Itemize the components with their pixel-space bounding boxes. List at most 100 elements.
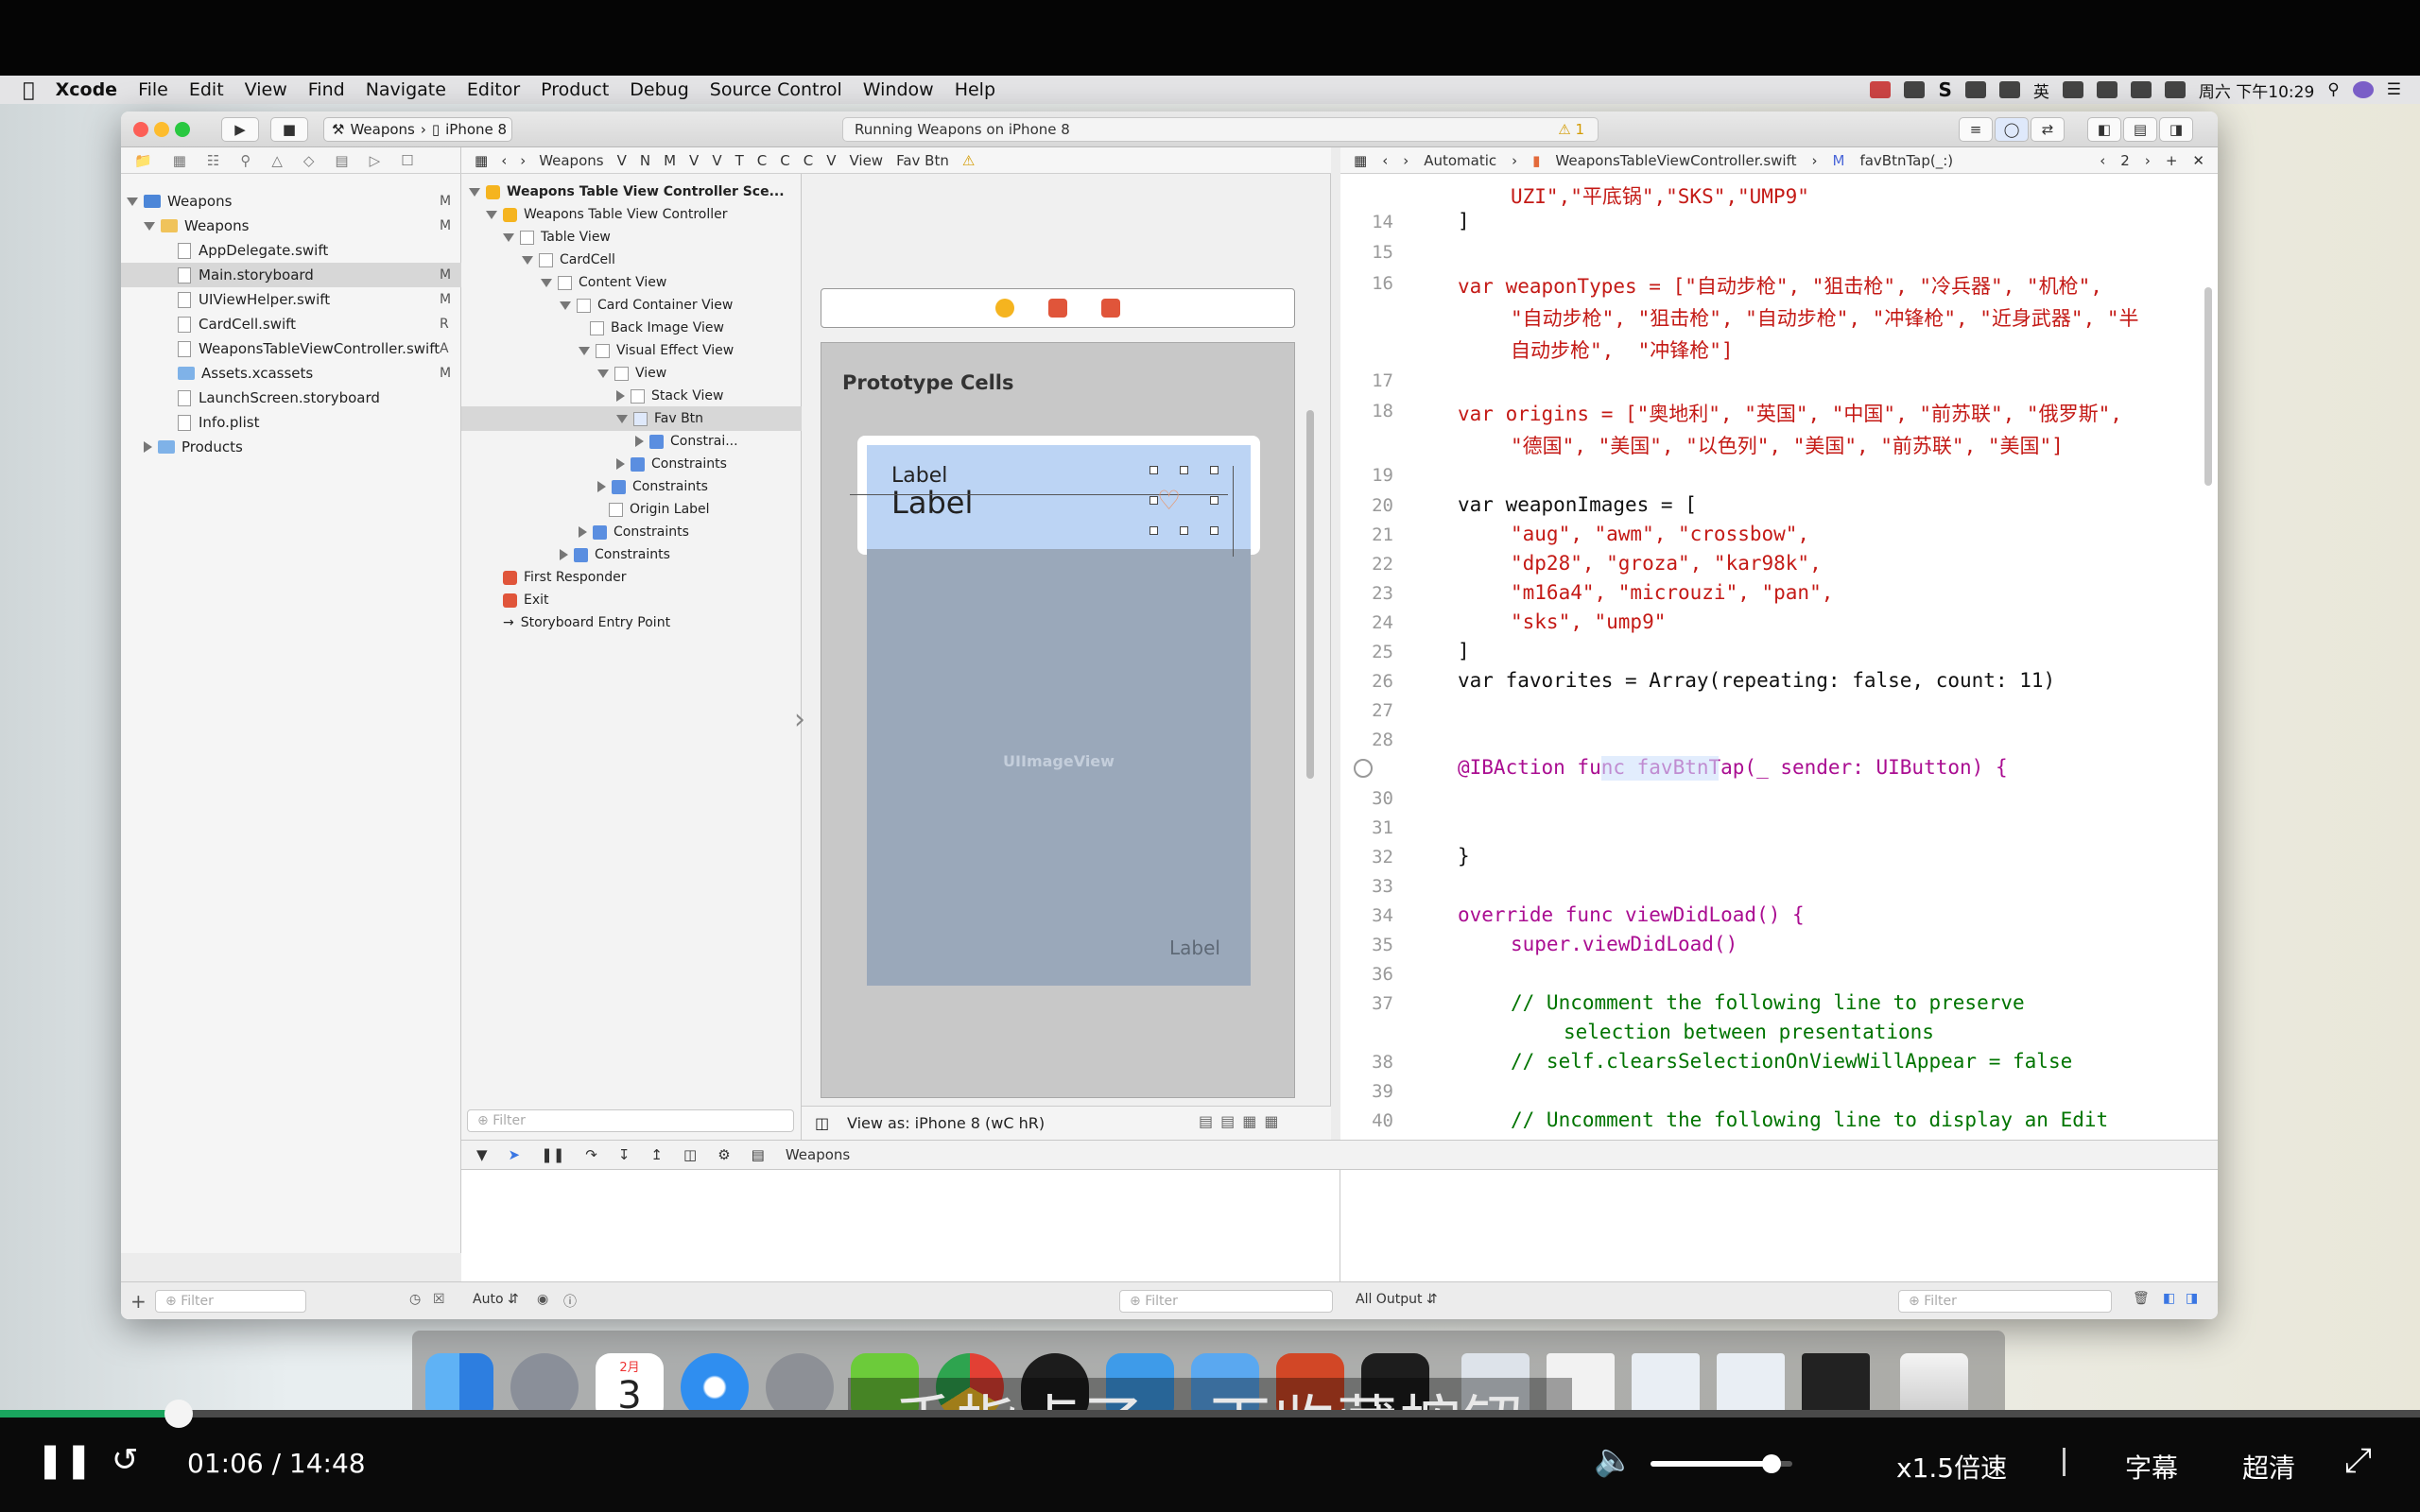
hide-debug-icon[interactable]: ▼ [476, 1146, 488, 1163]
jump-item[interactable]: View [849, 152, 883, 169]
memory-graph-icon[interactable]: ⚙ [717, 1146, 730, 1163]
debug-tab-icon[interactable]: ▤ [335, 152, 348, 169]
assistant-editor-button[interactable]: ◯ [1995, 117, 2029, 142]
warning-badge[interactable]: ⚠ 1 [1558, 121, 1584, 138]
notification-center-icon[interactable]: ☰ [2387, 80, 2401, 99]
connection-circle-icon[interactable] [1354, 759, 1373, 778]
nav-file-row-selected[interactable]: Main.storyboard M [121, 263, 461, 287]
resize-handle[interactable] [1150, 466, 1158, 474]
jump-item[interactable]: C [804, 152, 813, 169]
breakpoints-toggle-icon[interactable]: ➤ [509, 1146, 521, 1163]
storyboard-canvas[interactable]: Prototype Cells UIImageView Label Label … [794, 174, 1331, 1140]
spotlight-icon[interactable]: ⚲ [2327, 80, 2339, 99]
jump-item[interactable]: T [735, 152, 744, 169]
resize-handle[interactable] [1150, 526, 1158, 535]
info-icon[interactable]: ⓘ [563, 1292, 577, 1311]
input-method-icon[interactable]: 英 [2033, 78, 2049, 102]
volume-knob[interactable] [1762, 1454, 1781, 1473]
automatic-mode[interactable]: Automatic [1424, 152, 1496, 169]
exit-dock-icon[interactable] [1101, 299, 1120, 318]
report-tab-icon[interactable]: ☐ [401, 152, 413, 169]
outline-row[interactable]: Constrai... [635, 429, 796, 454]
table-view-scene[interactable]: Prototype Cells UIImageView Label Label … [821, 342, 1295, 1098]
chat-status-icon[interactable] [2062, 81, 2083, 98]
clipboard-status-icon[interactable] [2164, 81, 2186, 98]
forward-icon[interactable]: › [520, 152, 526, 169]
first-responder-dock-icon[interactable] [1048, 299, 1067, 318]
nav-file-row[interactable]: Info.plist [178, 410, 458, 435]
speed-button[interactable]: x1.5倍速 [1896, 1448, 2007, 1486]
resize-handle[interactable] [1180, 526, 1188, 535]
breakpoint-tab-icon[interactable]: ▷ [370, 152, 381, 169]
console-filter-input[interactable]: ⊕ Filter [1898, 1290, 2112, 1313]
issue-tab-icon[interactable]: △ [271, 152, 283, 169]
outline-row[interactable]: Constraints [560, 542, 796, 567]
resize-handle[interactable] [1210, 526, 1219, 535]
menu-window[interactable]: Window [863, 79, 934, 100]
zoom-window-button[interactable] [175, 122, 190, 137]
s-status-icon[interactable]: S [1938, 78, 1951, 101]
mic-status-icon[interactable] [1998, 81, 2020, 98]
nav-file-row[interactable]: UIViewHelper.swift M [178, 287, 458, 312]
resize-handle[interactable] [1210, 496, 1219, 505]
outline-row[interactable]: Visual Effect View [579, 338, 796, 363]
back-icon[interactable]: ‹ [1382, 152, 1388, 169]
symbol-tab-icon[interactable]: ☷ [207, 152, 219, 169]
add-file-icon[interactable]: + [130, 1290, 147, 1313]
location-icon[interactable]: ▤ [752, 1146, 765, 1163]
outline-row[interactable]: Constraints [616, 452, 796, 476]
step-in-icon[interactable]: ↧ [618, 1146, 631, 1163]
jump-item[interactable]: N [640, 152, 650, 169]
outline-row-selected[interactable]: Fav Btn [461, 406, 802, 431]
siri-icon[interactable] [2352, 81, 2374, 98]
layout-tools-icon[interactable]: ▤▤▦▦ [1199, 1112, 1286, 1130]
nav-file-row[interactable]: Assets.xcassets M [178, 361, 458, 386]
stop-button[interactable]: ■ [270, 117, 308, 142]
split-left-icon[interactable]: ◧ [2163, 1291, 2175, 1306]
toggle-navigator-button[interactable]: ◧ [2087, 117, 2121, 142]
captions-button[interactable]: 字幕 [2125, 1448, 2178, 1486]
outline-row[interactable]: Exit [503, 588, 796, 612]
document-outline-toggle-icon[interactable]: ◫ [815, 1114, 829, 1132]
rocket-status-icon[interactable] [1904, 81, 1926, 98]
output-select[interactable]: All Output ⇵ [1356, 1292, 1438, 1307]
apple-menu-icon[interactable]:  [23, 78, 35, 101]
menu-find[interactable]: Find [308, 79, 345, 100]
volume-button[interactable]: 🔈 [1594, 1441, 1634, 1479]
prev-counterpart-icon[interactable]: ‹ [2100, 152, 2105, 169]
record-status-icon[interactable] [1870, 81, 1892, 98]
folder-tab-icon[interactable]: 📁 [134, 152, 152, 169]
related-items-icon[interactable]: ▦ [475, 152, 488, 169]
menu-product[interactable]: Product [541, 79, 609, 100]
trash-icon[interactable]: 🗑 [2133, 1291, 2150, 1306]
scheme-selector[interactable]: ⚒ Weapons › ▯ iPhone 8 [323, 117, 512, 142]
nav-group-row[interactable]: Weapons M [144, 214, 458, 238]
outline-row[interactable]: Back Image View [590, 316, 796, 340]
outline-row[interactable]: Constraints [597, 474, 796, 499]
find-tab-icon[interactable]: ⚲ [240, 152, 251, 169]
origin-label[interactable]: Label [1169, 936, 1220, 959]
jump-item[interactable]: V [826, 152, 836, 169]
name-label[interactable]: Label [891, 485, 973, 521]
run-button[interactable]: ▶ [221, 117, 259, 142]
back-icon[interactable]: ‹ [501, 152, 507, 169]
recent-files-icon[interactable]: ◷ [409, 1292, 421, 1307]
outline-row[interactable]: Constraints [579, 520, 796, 544]
minimize-window-button[interactable] [154, 122, 169, 137]
replay-button[interactable]: ↺ [112, 1441, 139, 1479]
nav-file-row[interactable]: LaunchScreen.storyboard [178, 386, 458, 410]
eye-icon[interactable]: ◉ [537, 1292, 548, 1307]
menu-edit[interactable]: Edit [189, 79, 224, 100]
progress-track[interactable] [0, 1410, 2420, 1418]
nav-file-row[interactable]: WeaponsTableViewController.swift A [178, 336, 458, 361]
standard-editor-button[interactable]: ≡ [1959, 117, 1993, 142]
quality-button[interactable]: 超清 [2242, 1448, 2295, 1486]
resize-handle[interactable] [1180, 466, 1188, 474]
menu-debug[interactable]: Debug [630, 79, 688, 100]
outline-row[interactable]: View [597, 361, 796, 386]
progress-scrubber[interactable] [164, 1400, 193, 1428]
next-counterpart-icon[interactable]: › [2145, 152, 2151, 169]
toggle-debug-area-button[interactable]: ▤ [2123, 117, 2157, 142]
menu-view[interactable]: View [245, 79, 287, 100]
nav-file-row[interactable]: CardCell.swift R [178, 312, 458, 336]
